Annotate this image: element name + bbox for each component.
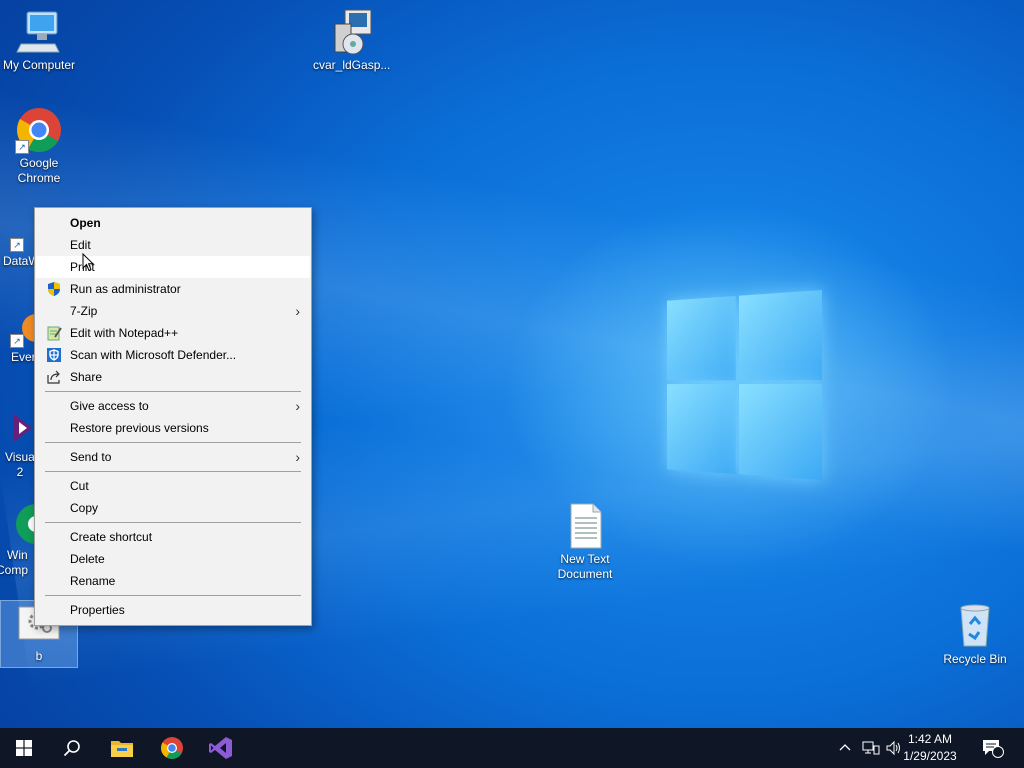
network-icon: [862, 741, 880, 755]
taskbar-visual-studio[interactable]: [197, 728, 245, 768]
menu-item-edit-with-notepadpp[interactable]: Edit with Notepad++: [36, 322, 310, 344]
search-icon: [63, 740, 80, 757]
app-icon: ↗: [6, 212, 36, 252]
desktop-icon-label: cvar_ldGasp...: [313, 58, 391, 72]
show-hidden-icons-button[interactable]: [838, 728, 852, 768]
desktop-icon-recycle-bin[interactable]: Recycle Bin: [937, 602, 1013, 667]
notepadpp-icon: [46, 325, 62, 341]
desktop-icon-label: New Text Document: [557, 552, 613, 581]
recycle-bin-icon: [951, 602, 999, 650]
chevron-right-icon: ›: [295, 303, 300, 319]
menu-item-rename[interactable]: Rename: [36, 570, 310, 592]
desktop-icon-label: Visua 2: [5, 450, 35, 479]
desktop-icon-label: b: [35, 649, 43, 663]
chevron-right-icon: ›: [295, 449, 300, 465]
chevron-right-icon: ›: [295, 398, 300, 414]
desktop-icon-label: Ever: [11, 350, 36, 364]
taskbar-clock[interactable]: 1:42 AM 1/29/2023: [894, 731, 966, 765]
taskbar-chrome[interactable]: [148, 728, 196, 768]
windows-logo-wallpaper: [666, 290, 822, 480]
chrome-icon: [6, 502, 56, 546]
menu-separator: [45, 442, 301, 443]
desktop-icon-label: Google Chrome: [17, 156, 61, 185]
menu-item-print[interactable]: Print: [36, 256, 310, 278]
desktop-icon-installer[interactable]: cvar_ldGasp...: [313, 8, 391, 73]
context-menu: Open Edit Print Run as administrator 7-Z…: [34, 207, 312, 626]
desktop-icon-label: Win Comp: [0, 548, 29, 577]
search-button[interactable]: [48, 728, 96, 768]
desktop-icon-label: My Computer: [2, 58, 76, 72]
visual-studio-icon: [6, 408, 36, 448]
computer-icon: [15, 8, 63, 56]
menu-item-give-access-to[interactable]: Give access to ›: [36, 395, 310, 417]
chrome-icon: ↗: [15, 106, 63, 154]
chrome-icon: [161, 737, 183, 759]
shortcut-arrow-icon: ↗: [10, 334, 24, 348]
uac-shield-icon: [46, 281, 62, 297]
taskbar-file-explorer[interactable]: [98, 728, 146, 768]
share-icon: [46, 369, 62, 385]
desktop-icon-visual-studio[interactable]: Visua 2: [0, 408, 36, 480]
app-icon: ↗: [6, 308, 50, 348]
menu-separator: [45, 471, 301, 472]
menu-item-copy[interactable]: Copy: [36, 497, 310, 519]
menu-item-send-to[interactable]: Send to ›: [36, 446, 310, 468]
desktop-icon-label: Recycle Bin: [943, 652, 1007, 666]
menu-separator: [45, 522, 301, 523]
visual-studio-icon: [209, 737, 232, 759]
menu-item-create-shortcut[interactable]: Create shortcut: [36, 526, 310, 548]
menu-item-run-as-administrator[interactable]: Run as administrator: [36, 278, 310, 300]
action-center-button[interactable]: 1: [982, 728, 1004, 768]
start-button[interactable]: [0, 728, 48, 768]
shortcut-arrow-icon: ↗: [10, 238, 24, 252]
defender-icon: [46, 347, 62, 363]
desktop-icon-new-text-document[interactable]: New Text Document: [547, 502, 623, 582]
menu-item-share[interactable]: Share: [36, 366, 310, 388]
menu-item-open[interactable]: Open: [36, 212, 310, 234]
chevron-up-icon: [839, 744, 851, 751]
mouse-pointer-icon: [82, 252, 95, 272]
network-button[interactable]: [862, 728, 880, 768]
file-explorer-icon: [111, 741, 133, 757]
start-icon: [16, 740, 32, 756]
menu-item-7zip[interactable]: 7-Zip ›: [36, 300, 310, 322]
menu-separator: [45, 391, 301, 392]
menu-item-edit[interactable]: Edit: [36, 234, 310, 256]
desktop-icon-win-comp[interactable]: Win Comp: [0, 502, 56, 578]
desktop-icon-my-computer[interactable]: My Computer: [1, 8, 77, 73]
desktop-icon-dataw[interactable]: ↗ DataW: [0, 212, 40, 269]
taskbar: 1:42 AM 1/29/2023 1: [0, 728, 1024, 768]
desktop-icon-google-chrome[interactable]: ↗ Google Chrome: [1, 106, 77, 186]
clock-date: 1/29/2023: [903, 749, 957, 763]
menu-item-properties[interactable]: Properties: [36, 599, 310, 621]
text-document-icon: [561, 502, 609, 550]
notification-count: 1: [995, 739, 1001, 749]
menu-item-scan-with-defender[interactable]: Scan with Microsoft Defender...: [36, 344, 310, 366]
clock-time: 1:42 AM: [907, 732, 953, 746]
shortcut-arrow-icon: ↗: [15, 140, 29, 154]
menu-item-delete[interactable]: Delete: [36, 548, 310, 570]
menu-item-restore-previous-versions[interactable]: Restore previous versions: [36, 417, 310, 439]
menu-separator: [45, 595, 301, 596]
desktop-icon-ever[interactable]: ↗ Ever: [0, 308, 50, 365]
menu-item-cut[interactable]: Cut: [36, 475, 310, 497]
installer-icon: [327, 8, 375, 56]
